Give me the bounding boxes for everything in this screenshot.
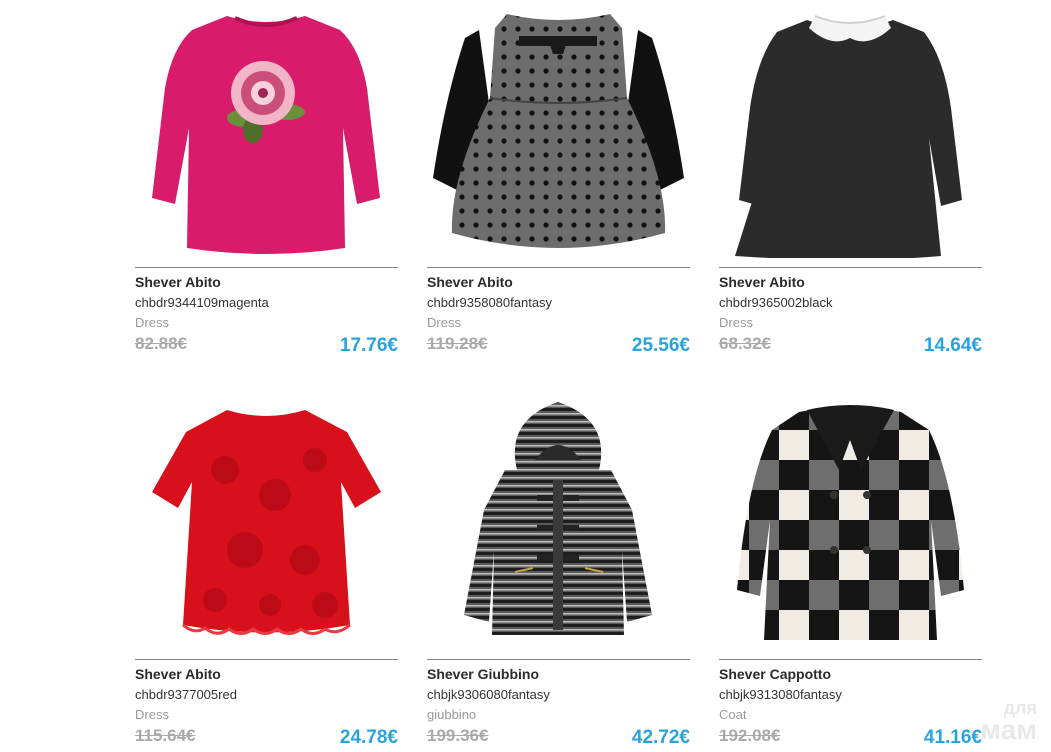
magenta-sweater-dress-image — [152, 16, 380, 254]
striped-hooded-coat-image — [464, 402, 652, 635]
old-price: 68.32€ — [719, 334, 771, 353]
product-brand[interactable]: Shever Abito — [719, 274, 805, 290]
product-image[interactable] — [719, 400, 982, 650]
sale-price: 41.16€ — [923, 727, 982, 748]
product-image[interactable] — [719, 8, 982, 258]
card-divider — [427, 659, 690, 660]
product-sku: chbdr9344109magenta — [135, 295, 269, 310]
sale-price: 14.64€ — [923, 335, 982, 356]
product-image[interactable] — [135, 400, 398, 650]
product-brand[interactable]: Shever Cappotto — [719, 666, 831, 682]
product-category: Dress — [427, 315, 461, 330]
product-sku: chbjk9306080fantasy — [427, 687, 550, 702]
watermark-logo: для мам — [980, 699, 1037, 746]
card-divider — [719, 659, 982, 660]
product-sku: chbdr9358080fantasy — [427, 295, 553, 310]
product-category: Dress — [135, 707, 169, 722]
old-price: 199.36€ — [427, 726, 489, 745]
black-collar-dress-image — [735, 15, 962, 258]
product-card[interactable]: Shever Cappotto chbjk9313080fantasy Coat… — [719, 400, 982, 752]
red-lace-dress-image — [152, 410, 381, 635]
sale-price: 17.76€ — [339, 335, 398, 356]
product-sku: chbdr9377005red — [135, 687, 237, 702]
card-divider — [135, 267, 398, 268]
old-price: 115.64€ — [135, 726, 196, 745]
old-price: 119.28€ — [427, 334, 488, 353]
product-category: Dress — [719, 315, 753, 330]
sale-price: 42.72€ — [631, 727, 690, 748]
card-divider — [135, 659, 398, 660]
product-brand[interactable]: Shever Abito — [135, 666, 221, 682]
product-card[interactable]: Shever Abito chbdr9344109magenta Dress 8… — [135, 8, 398, 358]
product-grid: Shever Abito chbdr9344109magenta Dress 8… — [0, 0, 1051, 752]
product-card[interactable]: Shever Giubbino chbjk9306080fantasy giub… — [427, 400, 690, 752]
product-sku: chbjk9313080fantasy — [719, 687, 842, 702]
card-divider — [719, 267, 982, 268]
product-image[interactable] — [135, 8, 398, 258]
product-brand[interactable]: Shever Giubbino — [427, 666, 539, 682]
product-brand[interactable]: Shever Abito — [135, 274, 221, 290]
product-category: Dress — [135, 315, 169, 330]
product-image[interactable] — [427, 8, 690, 258]
product-card[interactable]: Shever Abito chbdr9358080fantasy Dress 1… — [427, 8, 690, 358]
sale-price: 25.56€ — [631, 335, 690, 356]
polka-dot-dress-image — [433, 14, 684, 248]
product-category: giubbino — [427, 707, 477, 722]
check-coat-image — [737, 405, 964, 640]
product-brand[interactable]: Shever Abito — [427, 274, 513, 290]
old-price: 82.88€ — [135, 334, 187, 353]
product-card[interactable]: Shever Abito chbdr9365002black Dress 68.… — [719, 8, 982, 358]
product-category: Coat — [719, 707, 747, 722]
watermark-line-2: мам — [980, 714, 1037, 746]
card-divider — [427, 267, 690, 268]
product-image[interactable] — [427, 400, 690, 650]
product-card[interactable]: Shever Abito chbdr9377005red Dress 115.6… — [135, 400, 398, 752]
product-sku: chbdr9365002black — [719, 295, 833, 310]
old-price: 192.08€ — [719, 726, 781, 745]
sale-price: 24.78€ — [339, 727, 398, 748]
